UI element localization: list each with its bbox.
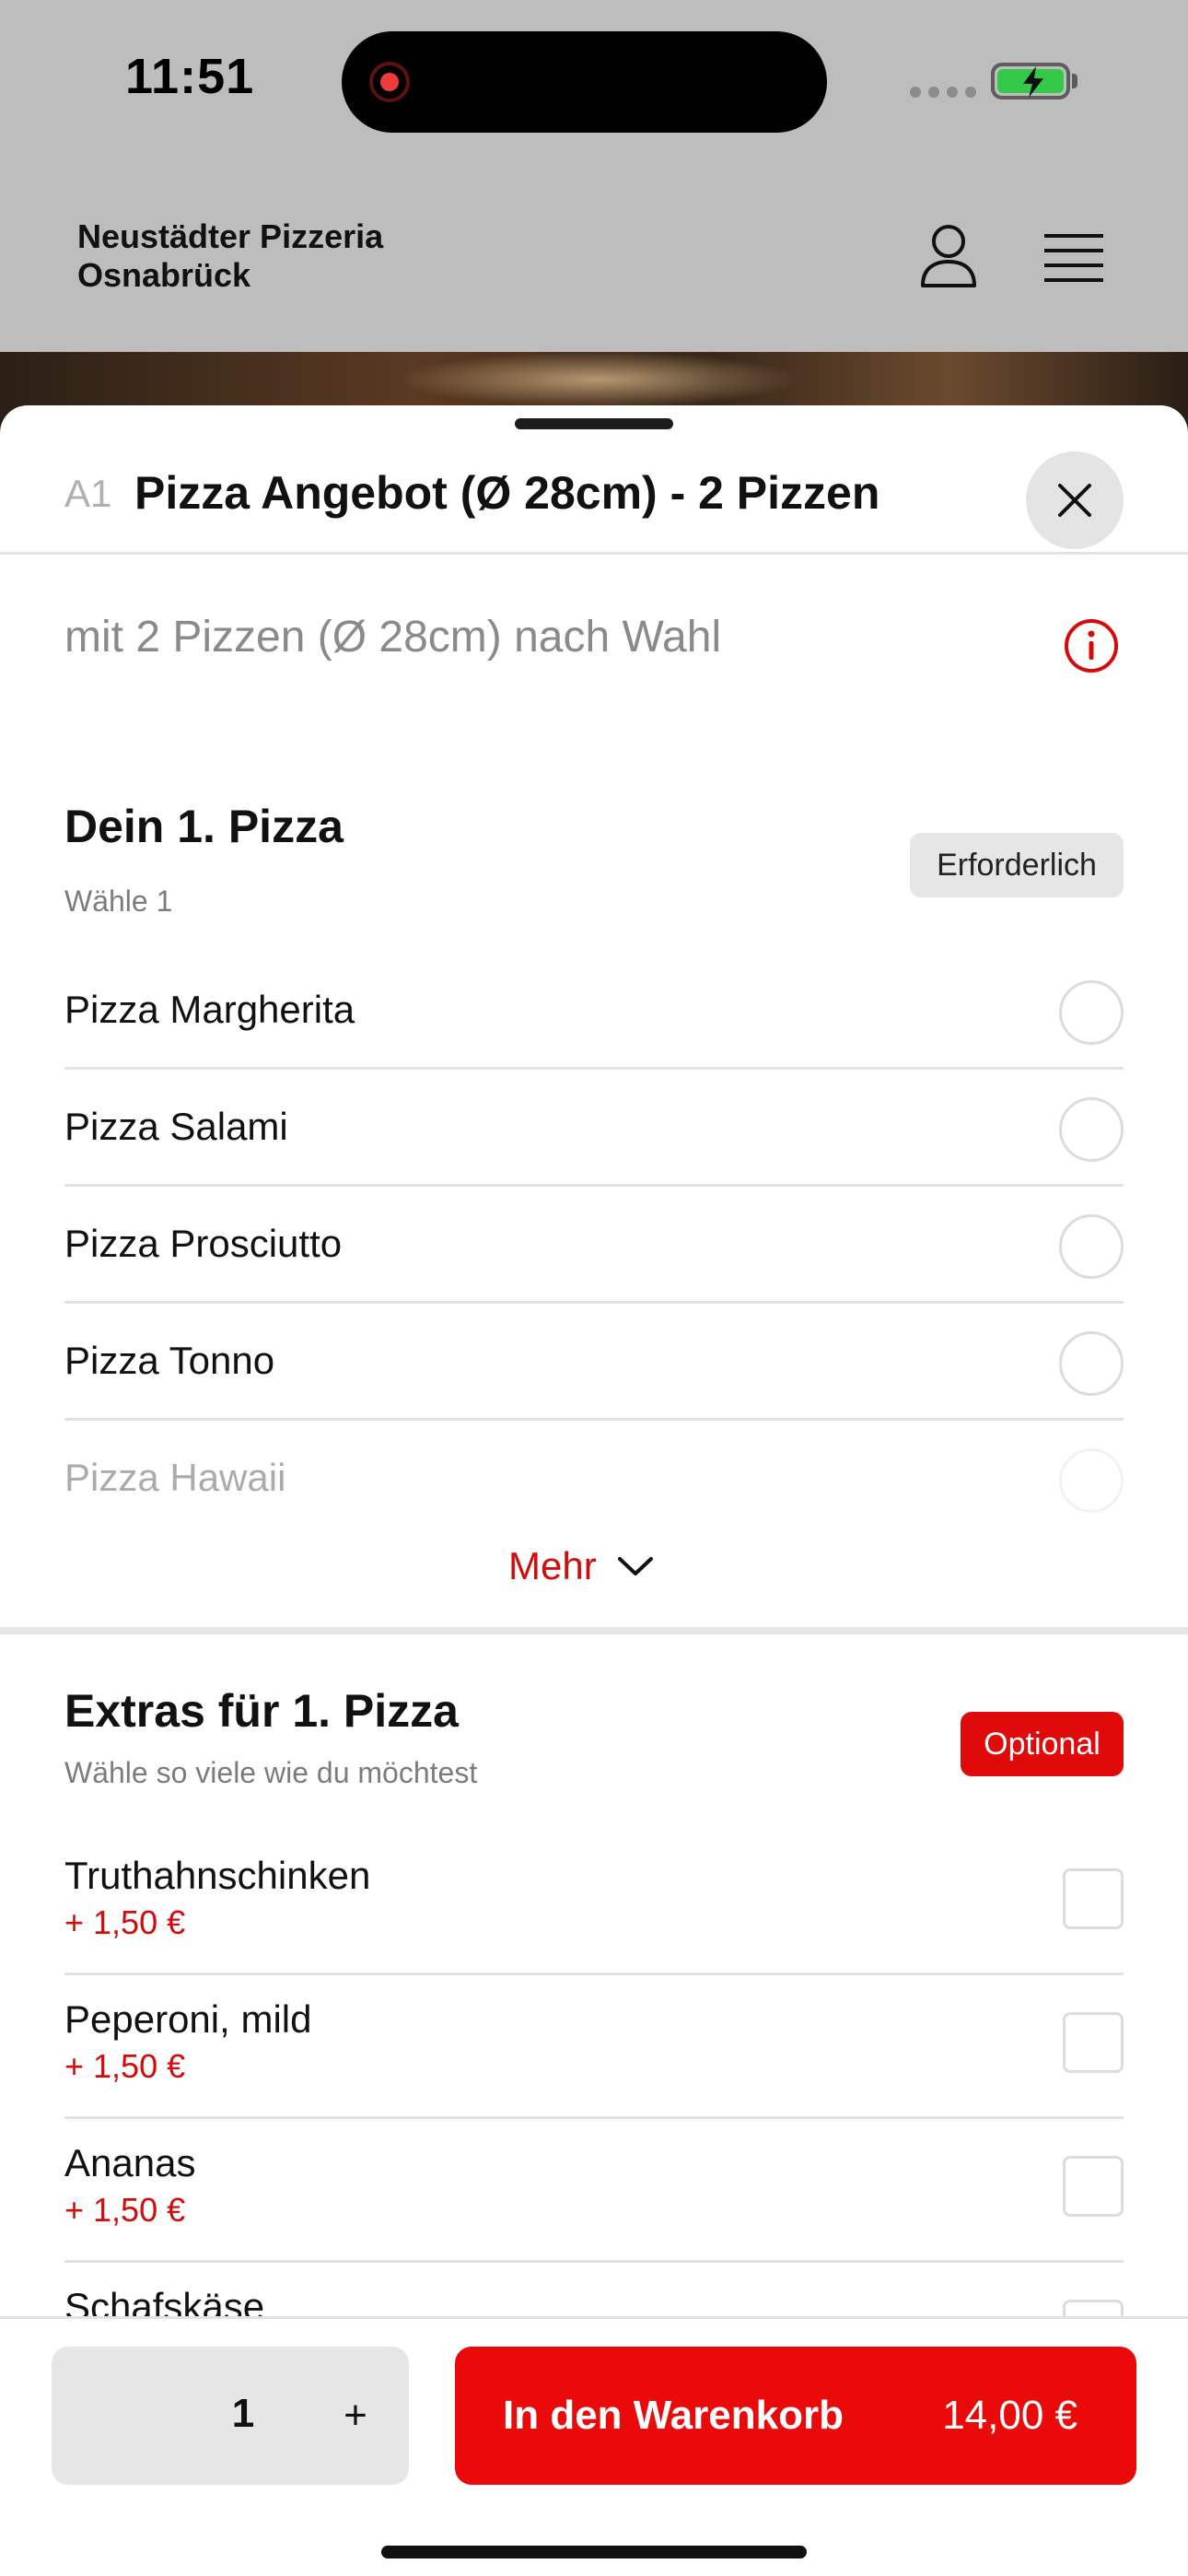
group2-subtitle: Wähle so viele wie du möchtest — [64, 1756, 478, 1789]
option-radio[interactable] — [1059, 1331, 1124, 1396]
store-name-line2: Osnabrück — [77, 256, 251, 294]
extra-row[interactable]: Truthahnschinken + 1,50 € — [64, 1832, 1124, 1975]
option-row[interactable]: Pizza Margherita — [64, 953, 1124, 1070]
total-price: 14,00 € — [942, 2393, 1077, 2438]
bottom-action-bar: 1 + In den Warenkorb 14,00 € — [0, 2316, 1188, 2576]
product-sheet: A1 Pizza Angebot (Ø 28cm) - 2 Pizzen mit… — [0, 405, 1188, 2576]
quantity-plus-button[interactable]: + — [328, 2383, 383, 2448]
recording-icon — [369, 62, 410, 102]
product-title: Pizza Angebot (Ø 28cm) - 2 Pizzen — [134, 467, 880, 519]
optional-badge: Optional — [961, 1712, 1124, 1776]
quantity-value: 1 — [231, 2391, 255, 2436]
status-time: 11:51 — [125, 49, 255, 104]
store-name-line1: Neustädter Pizzeria — [77, 217, 384, 255]
extra-checkbox[interactable] — [1063, 2012, 1124, 2073]
extra-price: + 1,50 € — [64, 2191, 186, 2229]
battery-icon — [991, 63, 1070, 100]
option-row[interactable]: Pizza Prosciutto — [64, 1187, 1124, 1304]
extra-name: Truthahnschinken — [64, 1854, 371, 1897]
option-row[interactable]: Pizza Tonno — [64, 1304, 1124, 1421]
home-indicator — [381, 2546, 807, 2558]
extra-price: + 1,50 € — [64, 2047, 186, 2085]
store-name[interactable]: Neustädter Pizzeria Osnabrück — [77, 217, 383, 295]
extra-row[interactable]: Peperoni, mild + 1,50 € — [64, 1975, 1124, 2119]
section-divider — [0, 1627, 1188, 1634]
option-label: Pizza Hawaii — [64, 1456, 286, 1499]
product-code: A1 — [64, 472, 112, 515]
show-more-button[interactable]: Mehr — [508, 1544, 654, 1588]
add-to-cart-button[interactable]: In den Warenkorb 14,00 € — [455, 2347, 1136, 2485]
option-label: Pizza Salami — [64, 1105, 288, 1148]
chevron-down-icon — [617, 1557, 653, 1575]
menu-icon[interactable] — [1044, 232, 1103, 284]
battery-nub — [1072, 74, 1077, 88]
extra-checkbox[interactable] — [1063, 1868, 1124, 1929]
cellular-signal-icon — [910, 87, 976, 98]
show-more-label: Mehr — [508, 1544, 597, 1587]
extra-price: + 1,50 € — [64, 1903, 186, 1941]
required-badge: Erforderlich — [910, 833, 1124, 897]
quantity-stepper: 1 + — [52, 2347, 409, 2485]
extra-row[interactable]: Ananas + 1,50 € — [64, 2119, 1124, 2263]
option-label: Pizza Margherita — [64, 988, 355, 1031]
status-bar: 11:51 — [0, 0, 1188, 166]
group2-title: Extras für 1. Pizza — [64, 1685, 459, 1737]
extra-checkbox[interactable] — [1063, 2156, 1124, 2217]
info-icon[interactable] — [1063, 617, 1120, 674]
charging-bolt-icon — [1023, 66, 1043, 98]
option-label: Pizza Prosciutto — [64, 1222, 343, 1265]
option-label: Pizza Tonno — [64, 1339, 275, 1382]
group1-title: Dein 1. Pizza — [64, 801, 344, 852]
option-radio[interactable] — [1059, 1448, 1124, 1513]
group1-subtitle: Wähle 1 — [64, 884, 173, 918]
option-row[interactable]: Pizza Hawaii — [64, 1421, 1124, 1538]
option-radio[interactable] — [1059, 1214, 1124, 1279]
option-radio[interactable] — [1059, 980, 1124, 1045]
option-radio[interactable] — [1059, 1097, 1124, 1162]
sheet-grabber[interactable] — [515, 418, 673, 429]
user-icon[interactable] — [919, 223, 978, 289]
sheet-header: A1 Pizza Angebot (Ø 28cm) - 2 Pizzen — [0, 431, 1188, 555]
product-description: mit 2 Pizzen (Ø 28cm) nach Wahl — [64, 613, 722, 662]
close-button[interactable] — [1026, 451, 1124, 549]
option-row[interactable]: Pizza Salami — [64, 1070, 1124, 1187]
add-to-cart-label: In den Warenkorb — [503, 2393, 844, 2438]
extra-name: Ananas — [64, 2141, 196, 2184]
close-icon — [1058, 484, 1091, 517]
dynamic-island — [342, 31, 827, 133]
extra-name: Peperoni, mild — [64, 1997, 312, 2041]
